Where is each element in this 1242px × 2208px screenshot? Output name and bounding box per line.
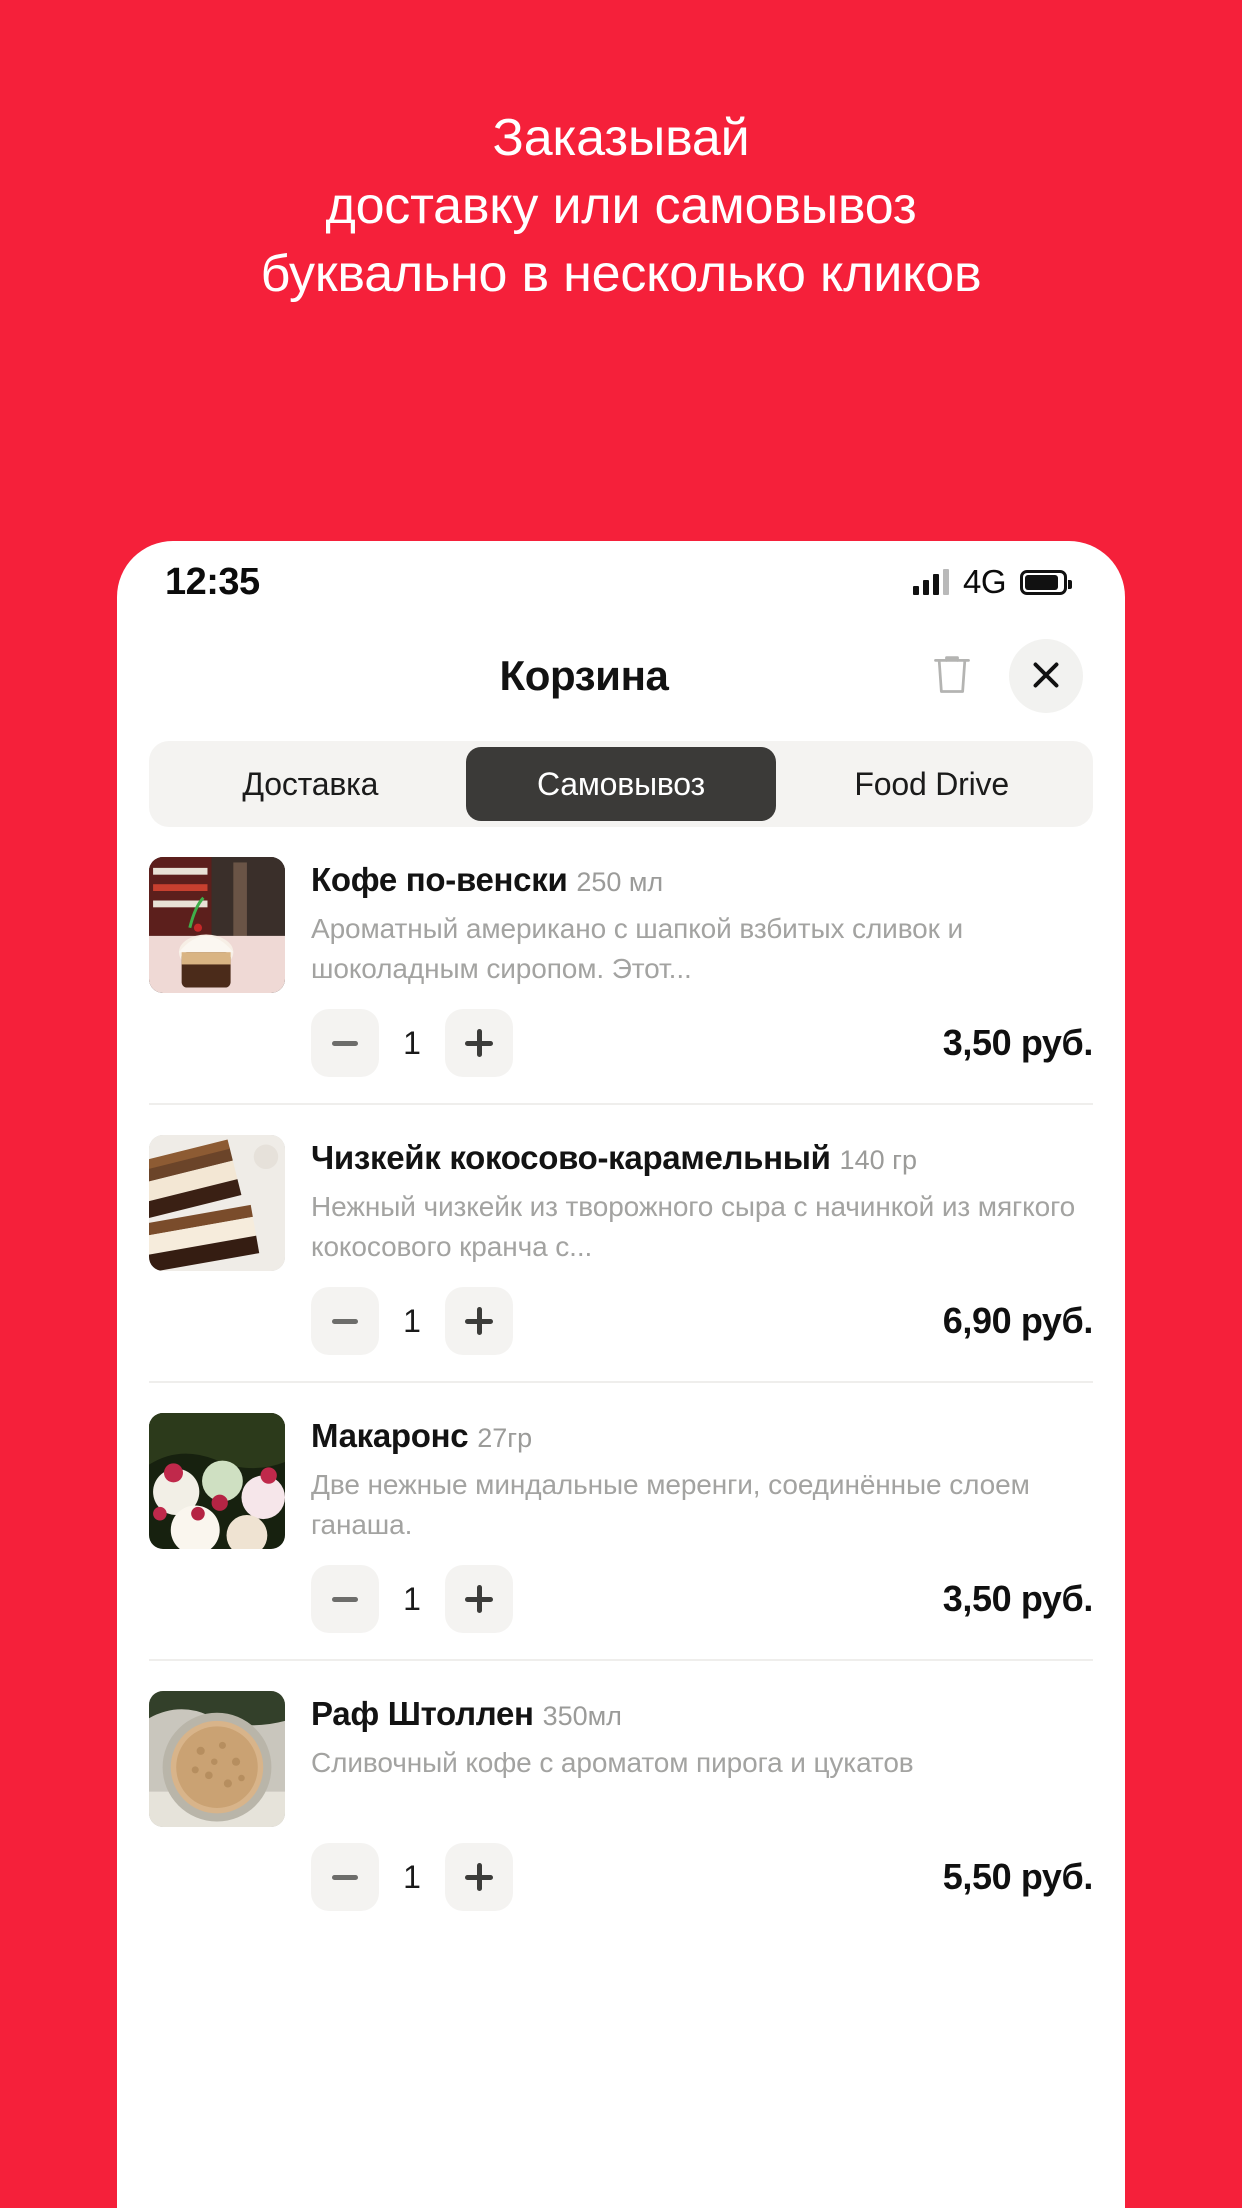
item-name: Чизкейк кокосово-карамельный xyxy=(311,1139,831,1176)
status-time: 12:35 xyxy=(165,560,260,603)
plus-icon xyxy=(465,1863,493,1891)
item-thumbnail xyxy=(149,1413,285,1549)
plus-icon xyxy=(465,1029,493,1057)
item-weight: 27гр xyxy=(477,1423,533,1453)
cart-item-row[interactable]: Раф Штоллен 350мл Сливочный кофе с арома… xyxy=(149,1661,1093,1937)
close-button[interactable] xyxy=(1009,639,1083,713)
status-indicators: 4G xyxy=(912,563,1072,601)
item-thumbnail xyxy=(149,1135,285,1271)
trash-icon xyxy=(930,650,974,703)
quantity-value: 1 xyxy=(403,1302,421,1339)
quantity-value: 1 xyxy=(403,1858,421,1895)
header-actions xyxy=(921,639,1083,713)
item-title: Раф Штоллен 350мл xyxy=(311,1695,1093,1733)
item-name: Макаронс xyxy=(311,1417,469,1454)
increment-button[interactable] xyxy=(445,1565,513,1633)
plus-icon xyxy=(465,1307,493,1335)
minus-icon xyxy=(332,1596,358,1602)
decrement-button[interactable] xyxy=(311,1565,379,1633)
promo-heading: Заказывай доставку или самовывоз букваль… xyxy=(0,104,1242,308)
quantity-stepper: 1 xyxy=(311,1843,513,1911)
minus-icon xyxy=(332,1040,358,1046)
cart-item-row[interactable]: Макаронс 27гр Две нежные миндальные мере… xyxy=(149,1383,1093,1661)
tab-food-drive[interactable]: Food Drive xyxy=(776,747,1087,821)
item-thumbnail xyxy=(149,1691,285,1827)
promo-line-3: буквально в несколько кликов xyxy=(260,245,982,303)
phone-mockup: 12:35 4G Корзина Доставка Самовывоз Food… xyxy=(117,541,1125,2208)
close-icon xyxy=(1028,657,1064,696)
plus-icon xyxy=(465,1585,493,1613)
promo-line-2: доставку или самовывоз xyxy=(325,177,917,235)
quantity-stepper: 1 xyxy=(311,1565,513,1633)
item-weight: 140 гр xyxy=(839,1145,917,1175)
increment-button[interactable] xyxy=(445,1843,513,1911)
item-title: Макаронс 27гр xyxy=(311,1417,1093,1455)
increment-button[interactable] xyxy=(445,1009,513,1077)
signal-bars-icon xyxy=(912,569,949,595)
tab-pickup[interactable]: Самовывоз xyxy=(465,747,777,821)
quantity-value: 1 xyxy=(403,1024,421,1061)
decrement-button[interactable] xyxy=(311,1009,379,1077)
quantity-stepper: 1 xyxy=(311,1287,513,1355)
item-price: 6,90 руб. xyxy=(942,1300,1094,1341)
item-price: 3,50 руб. xyxy=(942,1578,1094,1619)
battery-icon xyxy=(1020,569,1072,595)
tab-delivery[interactable]: Доставка xyxy=(155,747,466,821)
item-name: Раф Штоллен xyxy=(311,1695,534,1732)
item-name: Кофе по-венски xyxy=(311,861,568,898)
item-description: Нежный чизкейк из творожного сыра с начи… xyxy=(311,1191,1076,1262)
decrement-button[interactable] xyxy=(311,1287,379,1355)
item-description: Сливочный кофе с ароматом пирога и цукат… xyxy=(311,1747,914,1778)
delivery-mode-tabs: Доставка Самовывоз Food Drive xyxy=(149,741,1093,827)
item-title: Чизкейк кокосово-карамельный 140 гр xyxy=(311,1139,1093,1177)
cart-item-row[interactable]: Чизкейк кокосово-карамельный 140 гр Нежн… xyxy=(149,1105,1093,1383)
cart-item-row[interactable]: Кофе по-венски 250 мл Ароматный американ… xyxy=(149,827,1093,1105)
item-price: 5,50 руб. xyxy=(942,1856,1094,1897)
cart-item-list: Кофе по-венски 250 мл Ароматный американ… xyxy=(117,827,1125,1937)
quantity-value: 1 xyxy=(403,1580,421,1617)
quantity-stepper: 1 xyxy=(311,1009,513,1077)
app-header: Корзина xyxy=(117,623,1125,729)
item-description: Две нежные миндальные меренги, соединённ… xyxy=(311,1469,1030,1540)
increment-button[interactable] xyxy=(445,1287,513,1355)
promo-line-1: Заказывай xyxy=(492,109,750,167)
clear-cart-button[interactable] xyxy=(921,645,983,707)
network-type-label: 4G xyxy=(962,563,1007,600)
item-weight: 350мл xyxy=(542,1701,622,1731)
page-title: Корзина xyxy=(499,652,669,699)
item-title: Кофе по-венски 250 мл xyxy=(311,861,1093,899)
item-description: Ароматный американо с шапкой взбитых сли… xyxy=(311,913,964,984)
decrement-button[interactable] xyxy=(311,1843,379,1911)
item-thumbnail xyxy=(149,857,285,993)
minus-icon xyxy=(332,1318,358,1324)
item-price: 3,50 руб. xyxy=(942,1022,1094,1063)
minus-icon xyxy=(332,1874,358,1880)
status-bar: 12:35 4G xyxy=(117,541,1125,623)
item-weight: 250 мл xyxy=(576,867,664,897)
